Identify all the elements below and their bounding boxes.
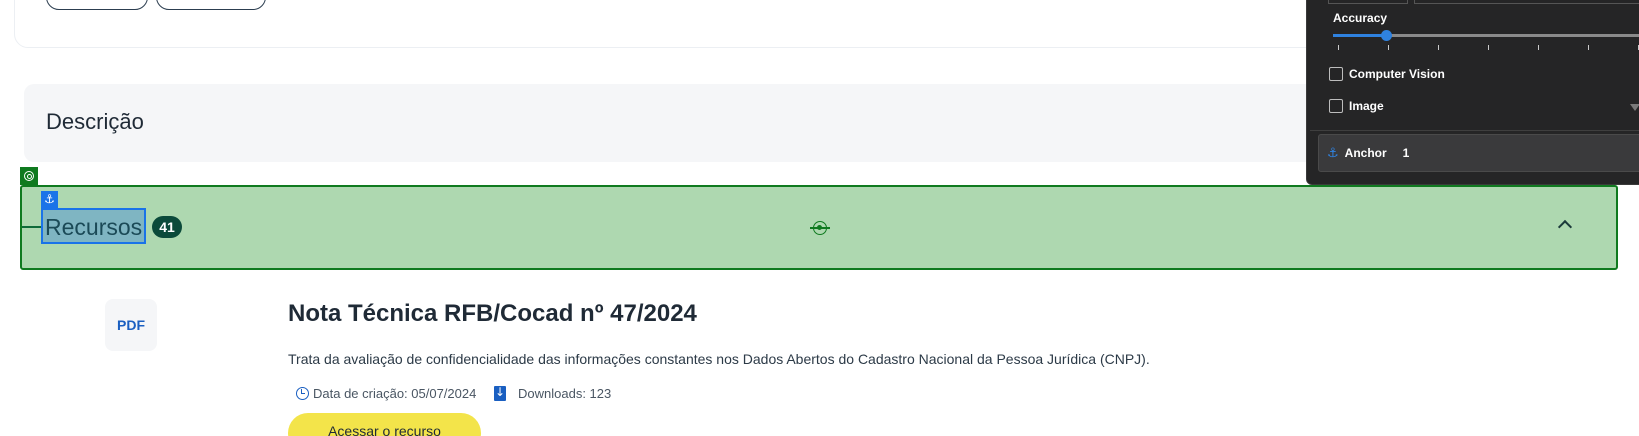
anchor-count: 1 [1402, 146, 1410, 160]
downloads-count: Downloads: 123 [494, 385, 612, 401]
slider-tick [1538, 45, 1539, 50]
anchor-row[interactable]: ⚓ Anchor 1 [1318, 134, 1639, 172]
accuracy-slider-thumb[interactable] [1380, 30, 1392, 41]
slider-tick [1338, 45, 1339, 50]
download-icon [494, 385, 506, 401]
accuracy-slider-fill [1333, 34, 1386, 37]
crosshair-icon [810, 221, 830, 235]
tag-pill[interactable] [46, 0, 148, 10]
slider-tick [1388, 45, 1389, 50]
dropdown-arrow-icon[interactable] [1630, 104, 1639, 111]
clock-icon [296, 387, 309, 400]
panel-field[interactable] [1328, 0, 1408, 4]
anchor-icon: ⚓ [41, 191, 58, 208]
anchor-label: Anchor [1344, 146, 1387, 160]
slider-tick [1488, 45, 1489, 50]
resources-title: Recursos [41, 208, 147, 244]
tag-pill[interactable] [156, 0, 266, 10]
created-date: Data de criação: 05/07/2024 [296, 386, 476, 401]
file-type-label: PDF [117, 317, 145, 333]
slider-tick [1438, 45, 1439, 50]
accuracy-slider[interactable] [1333, 34, 1639, 37]
image-label: Image [1349, 99, 1384, 113]
computer-vision-label: Computer Vision [1349, 67, 1445, 81]
file-type-badge: PDF [105, 299, 157, 351]
anchor-icon: ⚓ [1327, 145, 1339, 161]
resources-count-badge: 41 [152, 216, 182, 238]
resource-title[interactable]: Nota Técnica RFB/Cocad nº 47/2024 [288, 300, 697, 328]
image-checkbox-row[interactable]: Image [1329, 99, 1384, 113]
resource-description: Trata da avaliação de confidencialidade … [288, 351, 1150, 367]
slider-tick [1588, 45, 1589, 50]
access-resource-button[interactable]: Acessar o recurso [288, 413, 481, 436]
downloads-text: Downloads: 123 [518, 386, 612, 401]
computer-vision-checkbox[interactable] [1329, 67, 1343, 81]
description-title: Descrição [46, 109, 144, 134]
panel-divider [1310, 130, 1639, 131]
accuracy-label: Accuracy [1333, 11, 1388, 25]
panel-field[interactable] [1414, 0, 1639, 4]
anchor-connector [22, 226, 42, 228]
description-accordion[interactable] [24, 84, 1324, 162]
image-checkbox[interactable] [1329, 99, 1343, 113]
created-date-text: Data de criação: 05/07/2024 [313, 386, 477, 401]
target-icon [20, 167, 38, 185]
computer-vision-checkbox-row[interactable]: Computer Vision [1329, 67, 1445, 81]
